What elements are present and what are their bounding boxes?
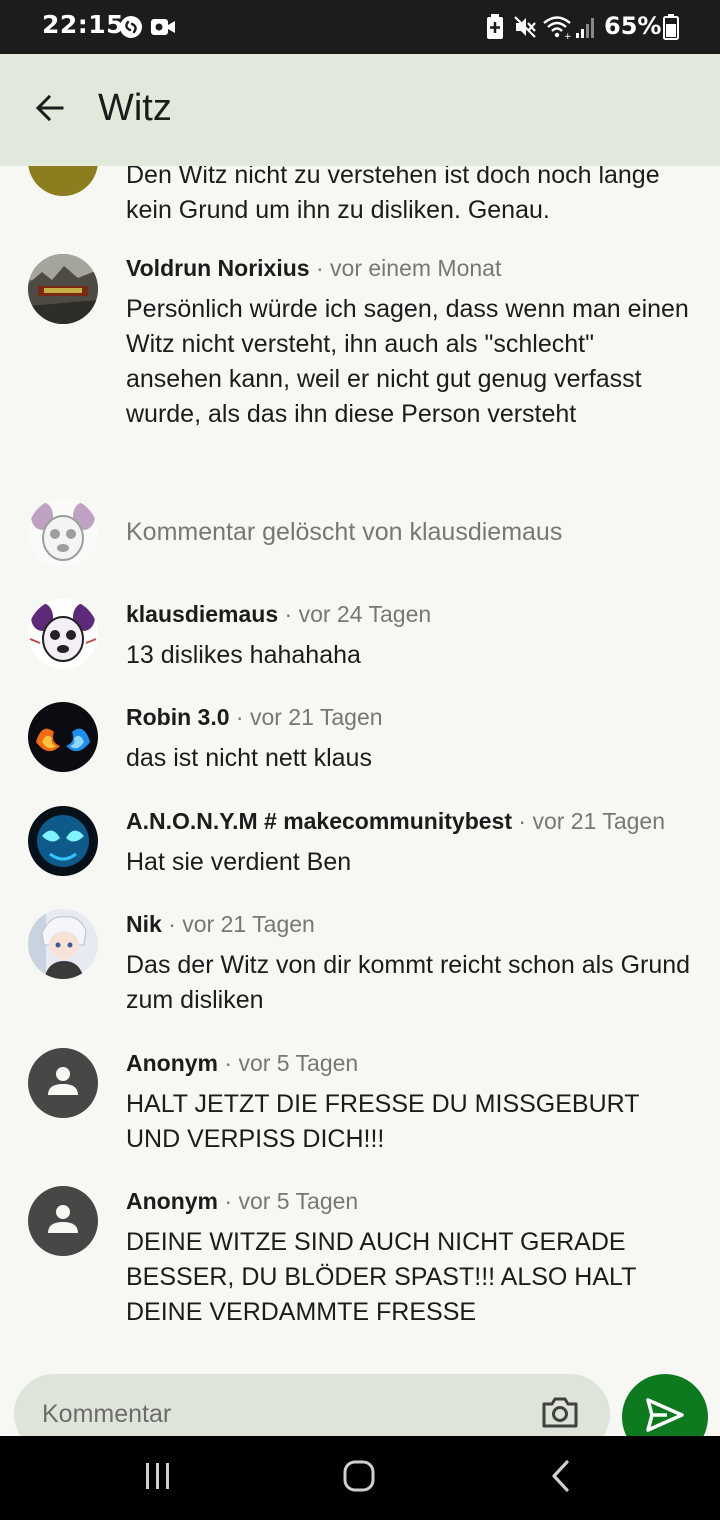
comment-header: Anonym · vor 5 Tagen	[126, 1050, 358, 1077]
camera-icon	[541, 1395, 579, 1434]
comment-time: vor 5 Tagen	[238, 1188, 359, 1214]
default-person-avatar[interactable]	[28, 1048, 98, 1118]
person-icon	[45, 1201, 81, 1242]
comment-item: Den Witz nicht zu verstehen ist doch noc…	[0, 166, 720, 224]
battery-icon	[662, 14, 680, 40]
comment-header: Nik · vor 21 Tagen	[126, 911, 315, 938]
comment-header: klausdiemaus · vor 24 Tagen	[126, 601, 431, 628]
comment-author[interactable]: A.N.O.N.Y.M # makecommunitybest	[126, 808, 512, 834]
signal-icon	[574, 14, 598, 40]
anime-avatar[interactable]	[28, 909, 98, 979]
system-nav-bar	[0, 1436, 720, 1520]
svg-text:+: +	[564, 32, 572, 39]
comment-author[interactable]: klausdiemaus	[126, 601, 278, 627]
mouse-avatar-faded	[28, 498, 98, 568]
separator: ·	[315, 255, 324, 281]
separator: ·	[224, 1050, 233, 1076]
deleted-comment-text: Kommentar gelöscht von klausdiemaus	[126, 518, 563, 546]
separator: ·	[235, 704, 244, 730]
battery-percent: 65%	[604, 12, 662, 40]
comment-time: vor 24 Tagen	[298, 601, 432, 627]
mute-icon	[512, 14, 538, 40]
comment-time: vor 21 Tagen	[249, 704, 383, 730]
send-icon	[645, 1397, 685, 1438]
separator: ·	[518, 808, 527, 834]
status-time: 22:15	[42, 10, 125, 39]
default-person-avatar[interactable]	[28, 1186, 98, 1256]
wifi-icon: +	[542, 14, 572, 40]
camera-button[interactable]	[536, 1390, 584, 1438]
comment-author[interactable]: Nik	[126, 911, 162, 937]
olive-avatar[interactable]	[28, 166, 98, 196]
comment-text: 13 dislikes hahahaha	[126, 641, 361, 669]
mouse-avatar[interactable]	[28, 599, 98, 669]
comment-author[interactable]: Voldrun Norixius	[126, 255, 310, 281]
comment-text: Den Witz nicht zu verstehen ist doch noc…	[126, 166, 660, 224]
comment-text: Persönlich würde ich sagen, dass wenn ma…	[126, 295, 689, 428]
comment-header: A.N.O.N.Y.M # makecommunitybest · vor 21…	[126, 808, 665, 835]
home-icon	[342, 1459, 376, 1498]
app-bar: Witz	[0, 54, 720, 166]
comment-text: DEINE WITZE SIND AUCH NICHT GERADE BESSE…	[126, 1228, 636, 1326]
comment-header: Voldrun Norixius · vor einem Monat	[126, 255, 501, 282]
recent-apps-icon	[142, 1461, 174, 1496]
nav-back-button[interactable]	[537, 1454, 585, 1502]
comment-text: Hat sie verdient Ben	[126, 848, 352, 876]
comment-text: Das der Witz von dir kommt reicht schon …	[126, 951, 691, 1014]
back-icon	[549, 1459, 573, 1498]
status-bar: 22:15 + 65%	[0, 0, 720, 54]
fire-ice-avatar[interactable]	[28, 702, 98, 772]
landscape-avatar[interactable]	[28, 254, 98, 324]
comment-text: das ist nicht nett klaus	[126, 744, 372, 772]
separator: ·	[168, 911, 176, 937]
recent-apps-button[interactable]	[134, 1454, 182, 1502]
battery-saver-icon	[484, 14, 506, 40]
comment-header: Anonym · vor 5 Tagen	[126, 1188, 358, 1215]
back-button[interactable]	[22, 82, 78, 138]
separator: ·	[224, 1188, 233, 1214]
comment-author[interactable]: Anonym	[126, 1188, 218, 1214]
comment-header: Robin 3.0 · vor 21 Tagen	[126, 704, 383, 731]
person-icon	[45, 1063, 81, 1104]
comment-time: vor 5 Tagen	[238, 1050, 359, 1076]
home-button[interactable]	[335, 1454, 383, 1502]
comment-author[interactable]: Robin 3.0	[126, 704, 230, 730]
video-record-icon	[150, 14, 176, 40]
screen: 22:15 + 65% Witz Den Witz nicht zu verst…	[0, 0, 720, 1520]
comment-author[interactable]: Anonym	[126, 1050, 218, 1076]
comment-time: vor einem Monat	[330, 255, 502, 281]
comment-input-placeholder: Kommentar	[42, 1400, 172, 1428]
comment-time: vor 21 Tagen	[532, 808, 666, 834]
comment-list[interactable]: Den Witz nicht zu verstehen ist doch noc…	[0, 166, 720, 1366]
shazam-icon	[118, 14, 144, 40]
separator: ·	[284, 601, 293, 627]
comment-time: vor 21 Tagen	[182, 911, 315, 937]
neon-mask-avatar[interactable]	[28, 806, 98, 876]
comment-text: HALT JETZT DIE FRESSE DU MISSGEBURT UND …	[126, 1090, 640, 1153]
page-title: Witz	[98, 87, 172, 129]
arrow-left-icon	[34, 92, 66, 129]
